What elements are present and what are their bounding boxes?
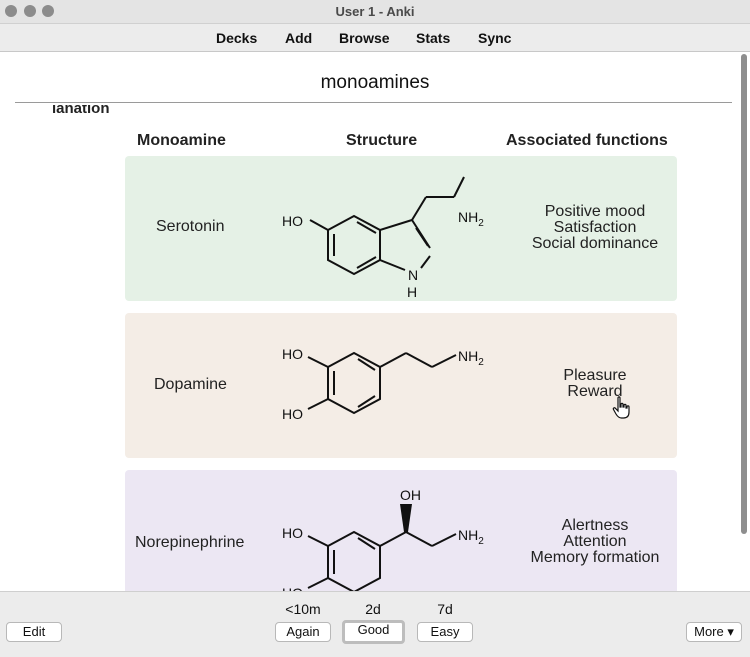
ring-hydrogen-label: H bbox=[407, 284, 417, 300]
amine-label: NH2 bbox=[458, 209, 484, 229]
decks-link[interactable]: Decks bbox=[216, 30, 257, 46]
header-structure: Structure bbox=[346, 132, 418, 149]
hydroxyl-label: HO bbox=[282, 213, 303, 229]
browse-link[interactable]: Browse bbox=[339, 30, 390, 46]
wedge-bond bbox=[400, 504, 412, 532]
stats-link[interactable]: Stats bbox=[416, 30, 450, 46]
serotonin-structure-image: HO NH2 N H bbox=[282, 176, 484, 300]
function-item: Alertness bbox=[561, 517, 629, 534]
monoamine-name: Norepinephrine bbox=[135, 534, 245, 551]
easy-button[interactable]: Easy bbox=[417, 622, 473, 642]
answer-bar: Edit <10m 2d 7d Again Good Easy More ▾ bbox=[0, 591, 750, 657]
norepinephrine-structure-image: OH HO HO NH2 bbox=[282, 487, 484, 591]
hydroxyl-label: HO bbox=[282, 525, 303, 541]
monoamine-name: Serotonin bbox=[156, 218, 225, 235]
function-item: Memory formation bbox=[530, 549, 660, 566]
function-item: Attention bbox=[563, 533, 627, 550]
function-item: Pleasure bbox=[563, 367, 627, 384]
functions-serotonin: Positive mood Satisfaction Social domina… bbox=[505, 204, 685, 252]
good-interval: 2d bbox=[365, 601, 381, 617]
title-bar: User 1 - Anki bbox=[0, 0, 750, 24]
vertical-scrollbar[interactable] bbox=[741, 54, 747, 534]
header-monoamine: Monoamine bbox=[137, 132, 226, 149]
again-interval: <10m bbox=[285, 601, 321, 617]
good-button[interactable]: Good bbox=[342, 620, 405, 644]
function-item: Reward bbox=[567, 383, 623, 400]
hydroxyl-label: HO bbox=[282, 346, 303, 362]
functions-dopamine: Pleasure Reward bbox=[505, 368, 685, 400]
dopamine-structure-image: HO HO NH2 bbox=[282, 346, 484, 422]
function-item: Satisfaction bbox=[553, 219, 637, 236]
function-item: Social dominance bbox=[531, 235, 659, 252]
answer-divider bbox=[15, 102, 732, 103]
function-item: Positive mood bbox=[544, 203, 646, 220]
main-toolbar: Decks Add Browse Stats Sync bbox=[0, 24, 750, 52]
again-button[interactable]: Again bbox=[275, 622, 331, 642]
sync-link[interactable]: Sync bbox=[478, 30, 511, 46]
card-question: monoamines bbox=[320, 72, 430, 93]
card-view[interactable]: monoamines lanation Monoamine Structure … bbox=[0, 52, 750, 591]
add-link[interactable]: Add bbox=[285, 30, 312, 46]
header-functions: Associated functions bbox=[506, 132, 668, 149]
hydroxyl-label: HO bbox=[282, 406, 303, 422]
edit-button[interactable]: Edit bbox=[6, 622, 62, 642]
functions-norepinephrine: Alertness Attention Memory formation bbox=[505, 518, 685, 566]
window-title: User 1 - Anki bbox=[335, 4, 415, 19]
amine-label: NH2 bbox=[458, 527, 484, 547]
anki-window: User 1 - Anki Decks Add Browse Stats Syn… bbox=[0, 0, 750, 657]
partial-heading: lanation bbox=[52, 105, 110, 115]
more-button[interactable]: More ▾ bbox=[686, 622, 742, 642]
easy-interval: 7d bbox=[437, 601, 453, 617]
amine-label: NH2 bbox=[458, 348, 484, 368]
ring-nitrogen-label: N bbox=[408, 267, 418, 283]
hand-pointer-icon bbox=[612, 396, 630, 419]
monoamine-name: Dopamine bbox=[154, 376, 227, 393]
hydroxyl-label: OH bbox=[400, 487, 421, 503]
